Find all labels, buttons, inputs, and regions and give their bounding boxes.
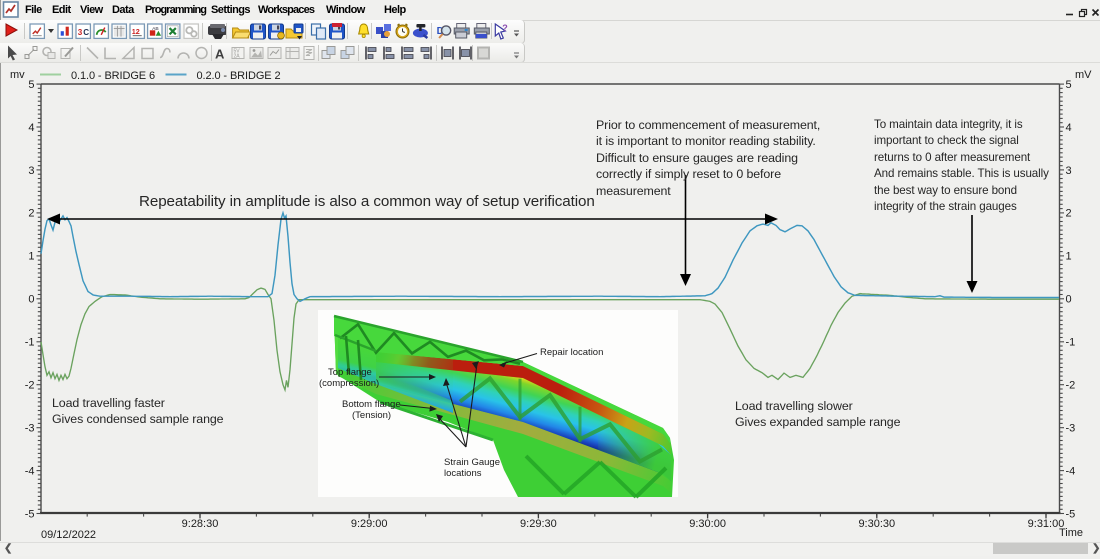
svg-text:C: C [83,28,89,37]
svg-text:-4: -4 [25,465,35,477]
svg-text:2A: 2A [234,54,241,60]
svg-text:(compression): (compression) [319,378,379,389]
svg-text:1: 1 [1066,251,1072,263]
svg-text:mv: mv [10,69,25,81]
svg-text:09/12/2022: 09/12/2022 [41,529,96,541]
svg-text:Top flange: Top flange [328,367,372,378]
svg-text:A: A [215,47,225,62]
svg-text:0: 0 [1066,294,1072,306]
svg-text:5: 5 [28,79,34,91]
svg-text:-5: -5 [25,508,35,520]
svg-text:3: 3 [78,28,83,37]
svg-text:Strain Gauge: Strain Gauge [444,457,500,468]
svg-text:9:29:30: 9:29:30 [520,518,557,530]
svg-text:-3: -3 [1066,423,1076,435]
svg-text:?: ? [502,23,508,33]
svg-text:0: 0 [28,294,34,306]
svg-text:Time: Time [1059,527,1083,539]
svg-text:1: 1 [28,251,34,263]
svg-text:3: 3 [28,165,34,177]
svg-text:9:29:00: 9:29:00 [351,518,388,530]
svg-text:AB: AB [152,26,159,32]
svg-text:2: 2 [28,208,34,220]
svg-text:-1: -1 [25,337,35,349]
svg-text:-2: -2 [1066,380,1076,392]
svg-text:Bottom flange: Bottom flange [342,399,401,410]
svg-text:mV: mV [1075,69,1092,81]
svg-text:4: 4 [1066,122,1072,134]
svg-text:5: 5 [1066,79,1072,91]
svg-text:locations: locations [444,468,482,479]
svg-text:0.1.0 - BRIDGE 6: 0.1.0 - BRIDGE 6 [71,70,155,82]
svg-text:2: 2 [1066,208,1072,220]
svg-text:-1: -1 [1066,337,1076,349]
svg-text:4: 4 [28,122,34,134]
svg-text:-2: -2 [25,380,35,392]
svg-text:(Tension): (Tension) [352,410,391,421]
svg-text:12: 12 [132,27,140,36]
svg-text:3: 3 [1066,165,1072,177]
svg-text:-4: -4 [1066,465,1076,477]
svg-text:Repair location: Repair location [540,347,603,358]
svg-text:-3: -3 [25,423,35,435]
svg-text:-5: -5 [1066,508,1076,520]
svg-text:0.2.0 - BRIDGE 2: 0.2.0 - BRIDGE 2 [197,70,281,82]
svg-text:9:30:30: 9:30:30 [858,518,895,530]
svg-text:9:30:00: 9:30:00 [689,518,726,530]
svg-text:9:28:30: 9:28:30 [182,518,219,530]
